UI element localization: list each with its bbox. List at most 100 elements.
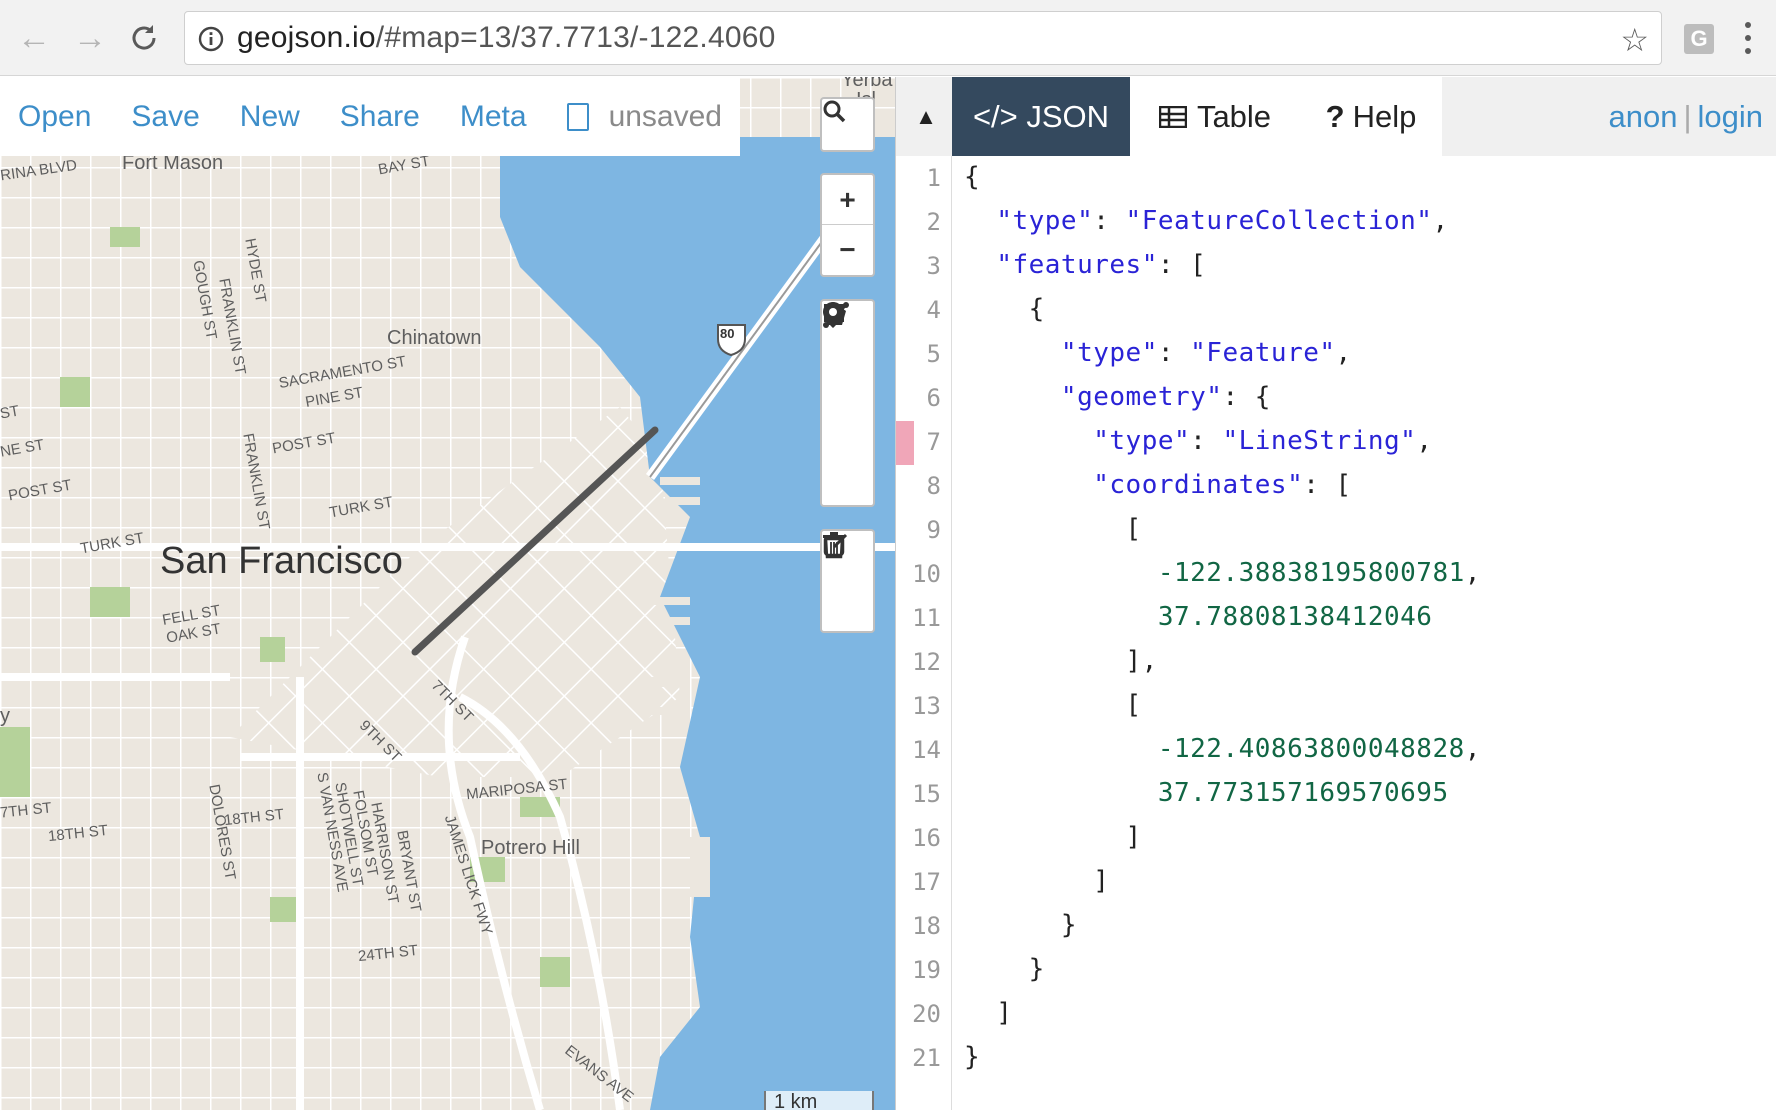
line-number: 3 — [926, 252, 941, 280]
back-icon[interactable]: ← — [14, 18, 54, 58]
json-punctuation: : [ — [1303, 470, 1352, 500]
tab-table-label: Table — [1196, 98, 1272, 134]
info-icon[interactable] — [197, 25, 225, 53]
edit-toolbar — [820, 529, 875, 633]
browser-toolbar: ← → geojson.io/#map=13/37.7713/-122.4060… — [0, 0, 1776, 76]
line-number: 13 — [912, 692, 941, 720]
i80-label: 80 — [720, 326, 735, 341]
editor-gutter: 1 2 3 4 5 6 7 8 9 10 11 12 13 14 15 16 17 18 19 20 21 — [896, 156, 952, 1110]
draw-marker-icon[interactable] — [822, 302, 873, 501]
file-icon — [566, 102, 589, 131]
line-number: 21 — [912, 1044, 941, 1072]
zoom-in-button[interactable]: + — [822, 175, 873, 225]
collapse-panel-icon[interactable]: ▲ — [906, 99, 946, 135]
json-punctuation: } — [964, 954, 1045, 984]
extension-icon[interactable]: G — [1684, 24, 1714, 54]
user-links: anon | login — [1608, 99, 1763, 135]
forward-icon[interactable]: → — [70, 18, 110, 58]
file-status-label: unsaved — [608, 99, 722, 133]
json-key: "type" — [1093, 426, 1191, 456]
json-punctuation — [964, 338, 1061, 368]
zoom-control: + − — [820, 173, 875, 277]
code-line: "coordinates": [ — [964, 470, 1352, 500]
reload-icon[interactable] — [124, 18, 164, 58]
json-punctuation — [964, 426, 1093, 456]
json-punctuation: ], — [964, 646, 1158, 676]
draw-polygon-icon[interactable] — [822, 303, 873, 401]
json-punctuation — [964, 778, 1158, 808]
side-panel: ▲ </> JSON Table ? Help anon | login 12345… — [895, 77, 1776, 1110]
json-punctuation: : — [1093, 206, 1126, 236]
json-number: 37.773157169570695 — [1157, 778, 1449, 808]
line-number: 7 — [926, 428, 941, 456]
bookmark-star-icon[interactable]: ☆ — [1620, 21, 1649, 59]
line-number: 14 — [912, 736, 941, 764]
line-number: 4 — [926, 296, 941, 324]
json-punctuation: , — [1464, 558, 1481, 588]
json-number: -122.38838195800781 — [1157, 558, 1465, 588]
map-label: Potrero Hill — [481, 837, 580, 859]
json-punctuation — [964, 470, 1093, 500]
tab-help[interactable]: ? Help — [1300, 77, 1442, 156]
new-menu[interactable]: New — [240, 100, 300, 134]
line-number: 2 — [926, 208, 941, 236]
json-punctuation: , — [1335, 338, 1352, 368]
map-label: Chinatown — [387, 327, 482, 349]
json-string: "LineString" — [1222, 426, 1417, 456]
line-number: 10 — [912, 560, 941, 588]
line-number: 12 — [912, 648, 941, 676]
code-line: ], — [964, 646, 1158, 676]
share-menu[interactable]: Share — [340, 100, 420, 134]
tab-json[interactable]: </> JSON — [952, 77, 1130, 156]
panel-tabs: ▲ </> JSON Table ? Help anon | login — [896, 77, 1776, 156]
line-number: 17 — [912, 868, 941, 896]
json-punctuation: , — [1464, 734, 1481, 764]
json-punctuation: ] — [964, 822, 1142, 852]
address-bar[interactable]: geojson.io/#map=13/37.7713/-122.4060 ☆ — [184, 11, 1662, 65]
draw-toolbar — [820, 299, 875, 507]
map-label: y — [0, 705, 10, 727]
json-string: "FeatureCollection" — [1125, 206, 1433, 236]
json-punctuation: ] — [964, 866, 1110, 896]
line-number: 15 — [912, 780, 941, 808]
line-number: 9 — [926, 516, 941, 544]
user-separator: | — [1683, 99, 1692, 134]
code-line: 37.773157169570695 — [964, 778, 1449, 808]
code-line: { — [964, 294, 1045, 324]
json-editor[interactable]: { "type": "FeatureCollection", "features… — [964, 156, 1764, 1110]
line-number: 19 — [912, 956, 941, 984]
code-line: -122.38838195800781, — [964, 558, 1481, 588]
browser-menu-icon[interactable] — [1740, 18, 1756, 58]
map-label-city: San Francisco — [160, 540, 403, 582]
code-line: -122.40863800048828, — [964, 734, 1481, 764]
line-number: 18 — [912, 912, 941, 940]
code-line: { — [964, 162, 980, 192]
delete-layers-icon[interactable] — [822, 532, 873, 631]
json-punctuation: : { — [1222, 382, 1271, 412]
tab-table[interactable]: Table — [1130, 77, 1300, 156]
tab-help-label: Help — [1352, 98, 1417, 134]
json-punctuation — [964, 558, 1158, 588]
json-key: "type" — [1060, 338, 1158, 368]
help-icon: ? — [1325, 98, 1345, 134]
line-number: 16 — [912, 824, 941, 852]
login-link[interactable]: login — [1698, 99, 1764, 134]
json-punctuation: , — [1432, 206, 1449, 236]
line-number: 11 — [912, 604, 941, 632]
draw-rectangle-icon[interactable] — [822, 304, 873, 451]
app-menu: Open Save New Share Meta unsaved — [0, 77, 740, 156]
meta-menu[interactable]: Meta — [460, 100, 527, 134]
file-status[interactable]: unsaved — [566, 99, 722, 134]
save-menu[interactable]: Save — [131, 100, 199, 134]
line-number: 6 — [926, 384, 941, 412]
json-punctuation — [964, 734, 1158, 764]
anon-link[interactable]: anon — [1608, 99, 1677, 134]
code-line: } — [964, 910, 1077, 940]
zoom-out-button[interactable]: − — [822, 225, 873, 275]
code-line: "features": [ — [964, 250, 1206, 280]
open-menu[interactable]: Open — [18, 100, 91, 134]
search-icon[interactable] — [822, 99, 873, 150]
code-line: [ — [964, 514, 1142, 544]
map[interactable]: Yerba Isl Fort Mason RINA BLVD BAY ST HY… — [0, 77, 895, 1110]
code-line: "type": "LineString", — [964, 426, 1432, 456]
